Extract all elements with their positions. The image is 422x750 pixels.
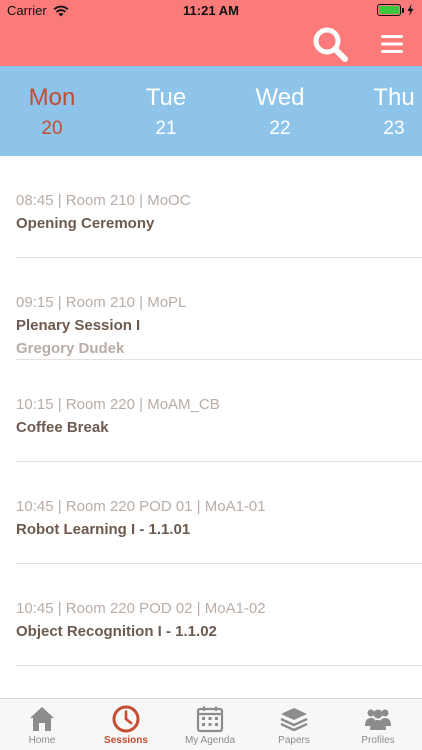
session-item[interactable]: 08:45 | Room 210 | MoOC Opening Ceremony <box>16 156 422 258</box>
session-meta: 09:15 | Room 210 | MoPL <box>16 294 187 311</box>
session-meta: 08:45 | Room 210 | MoOC <box>16 192 191 209</box>
session-speaker: Gregory Dudek <box>16 340 125 357</box>
day-number: 23 <box>383 118 405 139</box>
day-tab-wed[interactable]: Wed 22 <box>225 66 335 156</box>
day-selector: Mon 20 Tue 21 Wed 22 Thu 23 <box>0 66 422 156</box>
session-title: Coffee Break <box>16 419 109 436</box>
day-name: Wed <box>255 84 305 111</box>
session-meta: 10:15 | Room 220 | MoAM_CB <box>16 396 220 413</box>
day-name: Thu <box>373 84 415 111</box>
tab-label: My Agenda <box>184 735 236 746</box>
bottom-tab-bar: Home Sessions My Agenda Papers Profiles <box>0 698 422 750</box>
day-number: 22 <box>269 118 291 139</box>
status-time: 11:21 AM <box>183 3 239 18</box>
stack-icon <box>280 708 308 732</box>
tab-label: Home <box>28 735 56 746</box>
day-number: 20 <box>41 118 63 139</box>
session-item[interactable]: 10:45 | Room 220 POD 01 | MoA1-01 Robot … <box>16 462 422 564</box>
tab-home[interactable]: Home <box>0 699 84 750</box>
session-title: Opening Ceremony <box>16 215 155 232</box>
day-tab-tue[interactable]: Tue 21 <box>111 66 221 156</box>
search-icon[interactable] <box>310 24 350 64</box>
day-number: 21 <box>155 118 177 139</box>
session-item[interactable]: 09:15 | Room 210 | MoPL Plenary Session … <box>16 258 422 360</box>
tab-profiles[interactable]: Profiles <box>336 699 420 750</box>
tab-label: Sessions <box>104 735 148 746</box>
header-actions <box>282 22 422 66</box>
tab-my-agenda[interactable]: My Agenda <box>168 699 252 750</box>
battery-icon <box>377 4 401 16</box>
charging-bolt-icon <box>407 4 414 16</box>
day-name: Mon <box>28 84 76 111</box>
session-title: Plenary Session I <box>16 317 141 334</box>
calendar-icon <box>196 706 224 733</box>
menu-icon[interactable] <box>378 30 406 58</box>
session-item[interactable]: 10:15 | Room 220 | MoAM_CB Coffee Break <box>16 360 422 462</box>
home-icon <box>30 707 54 731</box>
tab-papers[interactable]: Papers <box>252 699 336 750</box>
session-title: Object Recognition I - 1.1.02 <box>16 623 217 640</box>
day-name: Tue <box>145 84 187 111</box>
session-item[interactable]: 10:45 | Room 220 POD 02 | MoA1-02 Object… <box>16 564 422 666</box>
clock-icon <box>112 705 140 733</box>
tab-sessions[interactable]: Sessions <box>84 699 168 750</box>
session-meta: 10:45 | Room 220 POD 01 | MoA1-01 <box>16 498 266 515</box>
tab-label: Papers <box>278 735 310 746</box>
people-icon <box>365 709 391 730</box>
day-tab-thu[interactable]: Thu 23 <box>339 66 422 156</box>
tab-label: Profiles <box>361 735 395 746</box>
session-list[interactable]: 08:45 | Room 210 | MoOC Opening Ceremony… <box>0 156 422 698</box>
session-meta: 10:45 | Room 220 POD 02 | MoA1-02 <box>16 600 266 617</box>
app-header: Carrier 11:21 AM <box>0 0 422 66</box>
day-tab-mon[interactable]: Mon 20 <box>0 66 107 156</box>
status-bar: Carrier 11:21 AM <box>0 0 422 22</box>
session-title: Robot Learning I - 1.1.01 <box>16 521 191 538</box>
battery-indicator <box>377 4 414 16</box>
